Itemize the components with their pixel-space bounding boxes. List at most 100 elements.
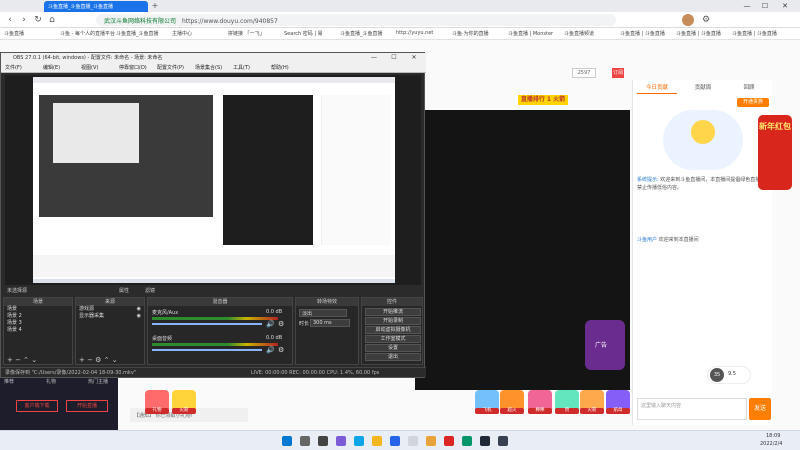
noble-button[interactable]: 开通贵族: [737, 98, 769, 107]
speaker-icon[interactable]: 🔊: [266, 346, 275, 354]
bookmark-item[interactable]: 斗鱼直播_斗鱼直播: [116, 30, 159, 38]
obs-preview[interactable]: [5, 75, 421, 285]
browser-tab-active[interactable]: 斗鱼直播_斗鱼直播_斗鱼直播: [44, 1, 148, 12]
app-icon[interactable]: [498, 436, 508, 446]
edge-icon[interactable]: [354, 436, 364, 446]
obs-menu-item[interactable]: 视图(V): [81, 64, 98, 71]
bookmark-item[interactable]: 拼链接 「一飞」: [228, 30, 265, 38]
start-icon[interactable]: [282, 436, 292, 446]
video-stage[interactable]: 广告: [415, 110, 630, 390]
start-record-button[interactable]: 开始录制: [365, 317, 421, 325]
exit-button[interactable]: 退出: [365, 353, 421, 361]
search-icon[interactable]: [300, 436, 310, 446]
source-controls[interactable]: + − ⚙ ⌃ ⌄: [79, 356, 118, 364]
start-stream-button[interactable]: 开始推流: [365, 308, 421, 316]
obs-minimize-button[interactable]: —: [367, 53, 381, 63]
obs-menu-item[interactable]: 帮助(H): [271, 64, 289, 71]
new-tab-button[interactable]: +: [150, 1, 160, 11]
send-button[interactable]: 发送: [749, 398, 771, 420]
obs-menu-item[interactable]: 文件(F): [5, 64, 22, 71]
tab-week-contrib[interactable]: 贡献周: [683, 82, 723, 94]
tab-recommend[interactable]: 推荐: [4, 378, 14, 385]
bookmark-item[interactable]: 斗鱼 - 每个人的直播平台: [60, 30, 115, 38]
virtual-camera-button[interactable]: 启动虚拟摄像机: [365, 326, 421, 334]
studio-mode-button[interactable]: 工作室模式: [365, 335, 421, 343]
minimize-button[interactable]: —: [740, 1, 754, 11]
bookmark-item[interactable]: 斗鱼·为你的直播: [452, 30, 489, 38]
obs-menu-item[interactable]: 场景集合(S): [195, 64, 222, 71]
eye-icon[interactable]: ◉: [137, 306, 141, 313]
volume-slider[interactable]: [152, 349, 262, 351]
properties-button[interactable]: 属性: [119, 287, 129, 294]
scene-item[interactable]: 场景: [4, 306, 72, 313]
scene-item[interactable]: 场景 2: [4, 313, 72, 320]
follow-widget[interactable]: 35 9.5: [707, 366, 751, 384]
red-envelope-promo[interactable]: 新年红包: [758, 115, 792, 190]
settings-button[interactable]: 设置: [365, 344, 421, 352]
task-view-icon[interactable]: [318, 436, 328, 446]
bookmark-item[interactable]: 斗鱼直播 | 斗鱼直播: [732, 30, 777, 38]
duration-input[interactable]: 300 ms: [310, 319, 350, 327]
forward-icon[interactable]: ›: [18, 14, 30, 26]
bookmark-item[interactable]: 斗鱼直播频道: [564, 30, 594, 38]
scene-controls[interactable]: + − ⌃ ⌄: [7, 356, 37, 364]
transition-select[interactable]: 淡出: [299, 309, 347, 317]
bookmark-item[interactable]: 主播中心: [172, 30, 192, 38]
chat-input[interactable]: 这里输入聊天内容: [637, 398, 747, 420]
back-icon[interactable]: ‹: [4, 14, 16, 26]
maximize-button[interactable]: ☐: [758, 1, 772, 11]
app-icon[interactable]: [444, 436, 454, 446]
obs-icon[interactable]: [480, 436, 490, 446]
mail-icon[interactable]: [408, 436, 418, 446]
source-item[interactable]: 显示器采集 ◉: [76, 313, 144, 320]
volume-slider[interactable]: [152, 323, 262, 325]
tab-review[interactable]: 回顾: [729, 82, 769, 94]
tab-today-contrib[interactable]: 今日贡献: [637, 82, 677, 94]
tab-hot-streamers[interactable]: 热门主播: [88, 378, 108, 385]
gear-icon[interactable]: ⚙: [278, 320, 284, 328]
store-icon[interactable]: [390, 436, 400, 446]
url-field[interactable]: 武汉斗鱼网络科技有限公司 https://www.douyu.com/94085…: [96, 14, 616, 26]
preview-canvas: [33, 77, 395, 283]
chrome-icon[interactable]: [426, 436, 436, 446]
subscribe-button[interactable]: 订阅: [612, 68, 624, 78]
filters-button[interactable]: 滤镜: [145, 287, 155, 294]
source-item[interactable]: 游戏源 ◉: [76, 306, 144, 313]
obs-maximize-button[interactable]: ☐: [387, 53, 401, 63]
obs-menu-item[interactable]: 配置文件(P): [157, 64, 184, 71]
start-live-button[interactable]: 开始直播: [66, 400, 108, 412]
refresh-icon[interactable]: ↻: [32, 14, 44, 26]
bookmark-item[interactable]: http://yuyu.net: [396, 30, 433, 38]
obs-close-button[interactable]: ✕: [407, 53, 421, 63]
mixer-channel-db: 0.0 dB: [266, 309, 283, 315]
extensions-icon[interactable]: ⚙: [700, 14, 712, 26]
folder-icon[interactable]: [372, 436, 382, 446]
viewer-count: 2597: [572, 68, 596, 78]
obs-menu-item[interactable]: 工具(T): [233, 64, 250, 71]
client-download-button[interactable]: 客户端下载: [16, 400, 58, 412]
clock-time: 18:09: [766, 433, 781, 439]
obs-menu-item[interactable]: 停靠窗口(D): [119, 64, 147, 71]
close-button[interactable]: ✕: [778, 1, 792, 11]
scene-item[interactable]: 场景 4: [4, 327, 72, 334]
app-icon[interactable]: [462, 436, 472, 446]
bookmark-item[interactable]: 斗鱼直播 | 斗鱼直播: [676, 30, 721, 38]
bookmark-item[interactable]: 斗鱼直播 | Monster: [508, 30, 553, 38]
bookmark-item[interactable]: Search 密码 | 易: [284, 30, 323, 38]
bookmark-item[interactable]: 斗鱼直播 | 斗鱼直播: [620, 30, 665, 38]
home-icon[interactable]: ⌂: [46, 14, 58, 26]
bookmark-item[interactable]: 斗鱼直播: [4, 30, 24, 38]
speaker-icon[interactable]: 🔊: [266, 320, 275, 328]
url-text: https://www.douyu.com/940857: [181, 18, 278, 25]
eye-icon[interactable]: ◉: [137, 313, 141, 320]
bookmark-item[interactable]: 斗鱼直播_斗鱼直播: [340, 30, 383, 38]
tab-gifts[interactable]: 礼物: [46, 378, 56, 385]
scene-item[interactable]: 场景 3: [4, 320, 72, 327]
obs-menu-item[interactable]: 编辑(E): [43, 64, 60, 71]
obs-status-bar: 录像保存到 "C:/Users/录像/2022-02-04 18-09-30.m…: [1, 367, 426, 377]
avatar[interactable]: [682, 14, 694, 26]
widgets-icon[interactable]: [336, 436, 346, 446]
gear-icon[interactable]: ⚙: [278, 346, 284, 354]
chat-panel: 今日贡献 贡献周 回顾 开通贵族 系统提示: 欢迎来到斗鱼直播间，本直播间提倡绿…: [632, 80, 772, 425]
gift-label: 赞: [555, 408, 579, 414]
